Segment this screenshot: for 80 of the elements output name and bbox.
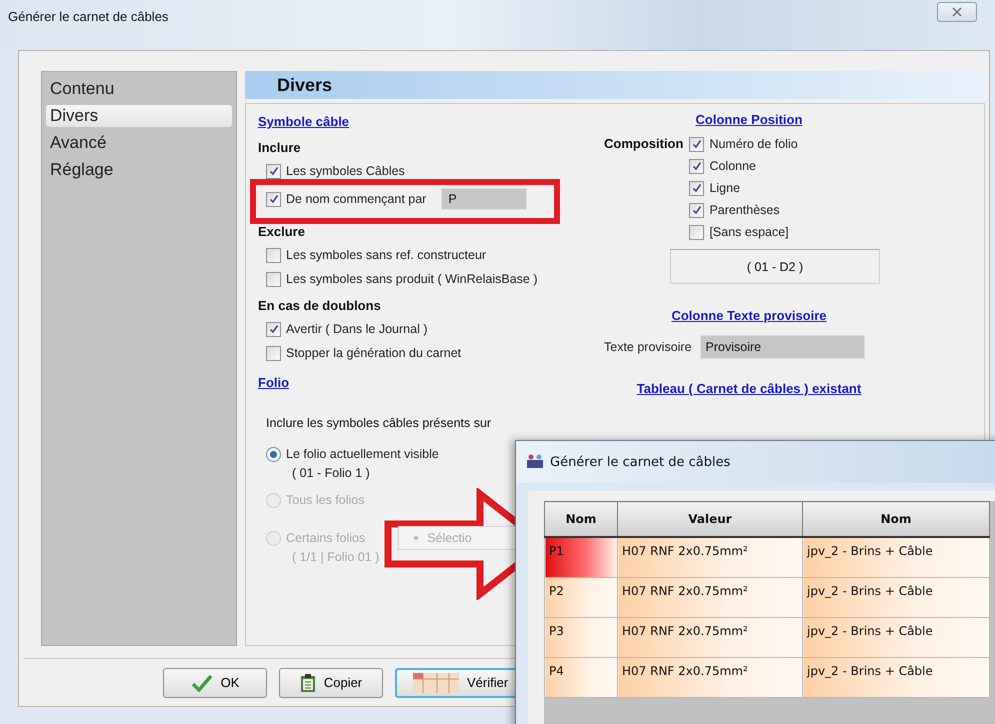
checkbox-label: Stopper la génération du carnet [286,346,462,360]
checkbox-label: Avertir ( Dans le Journal ) [286,322,428,336]
check-icon [692,183,702,193]
checkbox[interactable] [689,180,704,196]
app-icon [526,454,544,470]
section-link[interactable]: Tableau ( Carnet de câbles ) existant [636,381,862,396]
window-title: Générer le carnet de câbles [8,8,168,24]
sidebar-item[interactable]: Contenu [46,78,232,100]
close-button[interactable] [937,2,977,22]
group-heading: Exclure [258,224,306,239]
check-icon [268,324,278,334]
table-cell: P1 [544,537,618,578]
checkbox-label: Colonne [709,159,756,173]
section-link[interactable]: Folio [258,375,290,390]
sidebar-item[interactable]: Divers [46,105,232,127]
checkmark-icon [190,674,213,692]
table-cell: jpv_2 - Brins + Câble [802,537,990,578]
dialog-button[interactable]: OK [163,668,267,698]
table-cell: P2 [544,578,618,618]
checkbox-label: Les symboles Câbles [286,164,405,178]
table-cell: H07 RNF 2x0.75mm² [618,578,802,618]
table-cell: jpv_2 - Brins + Câble [802,618,990,658]
section-link[interactable]: Colonne Position [696,112,802,127]
dialog-button[interactable]: Copier [279,668,383,698]
radio-button[interactable] [266,446,281,462]
position-preview: ( 01 - D2 ) [670,249,880,284]
radio-label: Certains folios [286,531,366,545]
table-icon [413,672,459,692]
radio-label: Le folio actuellement visible [286,447,439,461]
checkbox[interactable] [689,158,704,174]
checkbox[interactable] [689,224,704,240]
checkbox-label: Numéro de folio [709,137,798,151]
table-cell: P3 [544,618,618,658]
section-link[interactable]: Colonne Texte provisoire [671,308,827,323]
check-icon [692,205,702,215]
group-heading: Inclure [258,140,302,155]
column-header[interactable]: Valeur [618,502,802,537]
checkbox[interactable] [266,164,281,178]
column-header[interactable]: Nom [802,502,990,537]
checkbox[interactable] [689,202,704,218]
checkbox[interactable] [266,322,281,336]
table-cell: P4 [544,658,618,698]
checkbox[interactable] [689,136,704,152]
instruction-text: Inclure les symboles câbles présents sur [266,416,492,430]
field-label: Texte provisoire [604,340,692,354]
text-field[interactable]: Provisoire [700,335,865,359]
check-icon [268,166,278,176]
checkbox[interactable] [266,272,281,286]
close-icon [952,7,962,17]
composition-label: Composition [604,135,684,153]
check-icon [268,194,278,204]
checkbox[interactable] [266,192,281,206]
check-icon [692,161,702,171]
folio-note: ( 1/1 | Folio 01 ) [291,550,380,564]
group-heading: En cas de doublons [258,298,382,313]
dot-icon [413,535,420,541]
sidebar-item[interactable]: Avancé [46,132,232,154]
clipboard-icon [300,672,316,692]
check-icon [692,139,702,149]
panel-header: Divers [245,71,985,99]
checkbox[interactable] [266,346,281,360]
sidebar-item[interactable]: Réglage [46,159,232,181]
radio-label: Tous les folios [286,493,365,507]
table-cell: H07 RNF 2x0.75mm² [618,658,802,698]
popup-title: Générer le carnet de câbles [550,454,730,470]
table-cell: H07 RNF 2x0.75mm² [618,618,802,658]
prefix-field[interactable]: P [441,188,528,210]
column-header[interactable]: Nom [544,502,618,537]
checkbox[interactable] [266,248,281,262]
checkbox-label: De nom commençant par [286,192,426,206]
checkbox-label: Parenthèses [709,203,780,217]
table-cell: H07 RNF 2x0.75mm² [618,537,802,578]
section-link[interactable]: Symbole câble [258,114,350,129]
checkbox-label: Ligne [709,181,740,195]
checkbox-label: Les symboles sans ref. constructeur [286,248,486,262]
checkbox-label: Les symboles sans produit ( WinRelaisBase ) [286,272,538,286]
folio-note: ( 01 - Folio 1 ) [291,466,370,480]
table-cell: jpv_2 - Brins + Câble [802,658,990,698]
table-cell: jpv_2 - Brins + Câble [802,578,990,618]
checkbox-label: [Sans espace] [709,225,789,239]
